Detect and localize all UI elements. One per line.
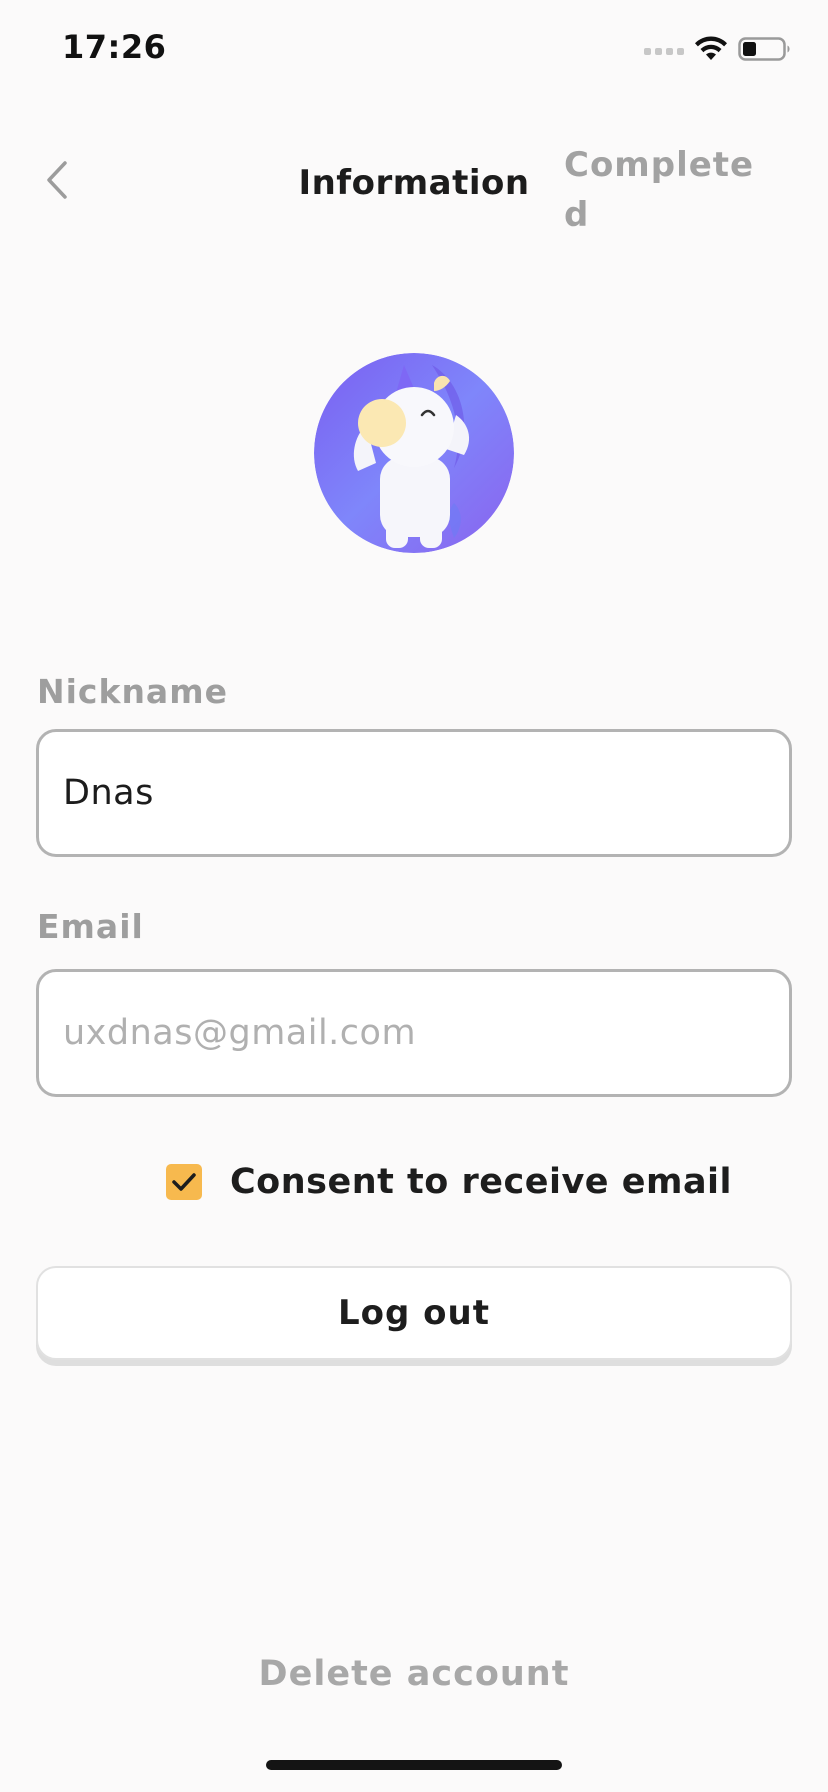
nav-bar: Information Complete​d [0, 110, 828, 240]
consent-checkbox-row[interactable]: Consent to receive email [166, 1162, 732, 1202]
consent-label: Consent to receive email [230, 1162, 733, 1202]
avatar[interactable] [314, 353, 514, 553]
cellular-signal-icon [644, 47, 684, 55]
page-title: Information [298, 163, 530, 203]
email-value: uxdnas@gmail.com [63, 1013, 417, 1053]
unicorn-avatar-icon [314, 353, 514, 553]
delete-account-link[interactable]: Delete account [0, 1654, 828, 1694]
nickname-label: Nickname [37, 672, 228, 711]
nickname-value: Dnas [63, 773, 154, 813]
status-time: 17:26 [62, 28, 167, 66]
complete-button[interactable]: Complete​d [564, 140, 764, 240]
logout-button[interactable]: Log out [36, 1266, 792, 1360]
email-label: Email [37, 907, 144, 946]
consent-checkbox[interactable] [166, 1164, 202, 1200]
nickname-input[interactable]: Dnas [36, 729, 792, 857]
battery-icon [738, 36, 792, 66]
status-icons [644, 36, 792, 66]
home-indicator [266, 1760, 562, 1770]
status-bar: 17:26 [0, 0, 828, 100]
back-button[interactable] [36, 160, 80, 204]
email-field: uxdnas@gmail.com [36, 969, 792, 1097]
checkmark-icon [172, 1173, 196, 1191]
wifi-icon [694, 36, 728, 66]
chevron-left-icon [43, 159, 73, 205]
